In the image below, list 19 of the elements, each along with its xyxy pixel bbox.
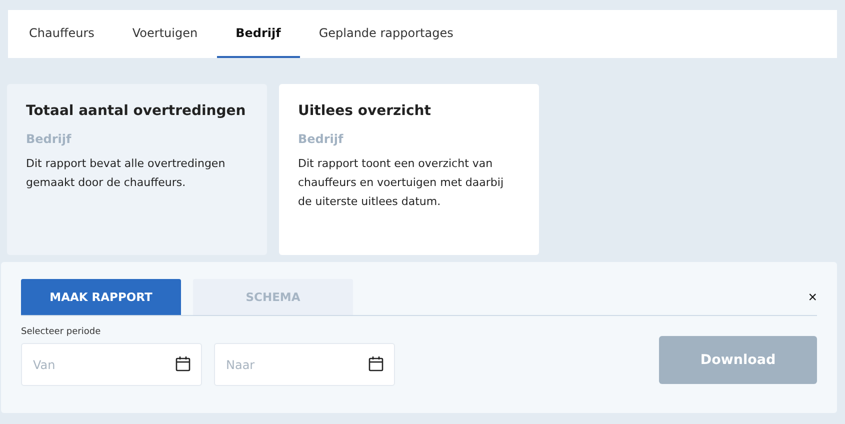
report-title: Uitlees overzicht	[298, 102, 432, 121]
report-category: Bedrijf	[298, 132, 344, 146]
calendar-icon[interactable]	[175, 356, 191, 372]
report-description: Dit rapport bevat alle overtredingen gemaakt door de chauffeurs.	[26, 156, 226, 191]
date-field[interactable]: Van	[21, 343, 202, 386]
nav-tab[interactable]: Bedrijf	[216, 10, 300, 58]
report-title: Totaal aantal overtredingen	[26, 102, 247, 121]
report-category: Bedrijf	[26, 132, 72, 146]
nav-tab[interactable]: Geplande rapportages	[300, 10, 472, 58]
nav-tab[interactable]: Voertuigen	[113, 10, 217, 58]
panel-tab[interactable]: MAAK RAPPORT	[21, 279, 181, 315]
period-label: Selecteer periode	[21, 327, 102, 337]
report-description: Dit rapport toont een overzicht van chauffeurs en voertuigen met daarbij de uiterste uitlees datum.	[298, 156, 504, 210]
nav-tab[interactable]: Chauffeurs	[10, 10, 114, 58]
date-field[interactable]: Naar	[214, 343, 395, 386]
calendar-icon[interactable]	[368, 356, 384, 372]
report-card[interactable]: Uitlees overzicht Bedrijf Dit rapport toont een overzicht van chauffeurs en voertuigen met daarbij de uiterste uitlees datum.	[279, 84, 539, 255]
report-card[interactable]: Totaal aantal overtredingen Bedrijf Dit rapport bevat alle overtredingen gemaakt door de chauffeurs.	[7, 84, 267, 255]
close-button[interactable]: ×	[808, 288, 817, 306]
